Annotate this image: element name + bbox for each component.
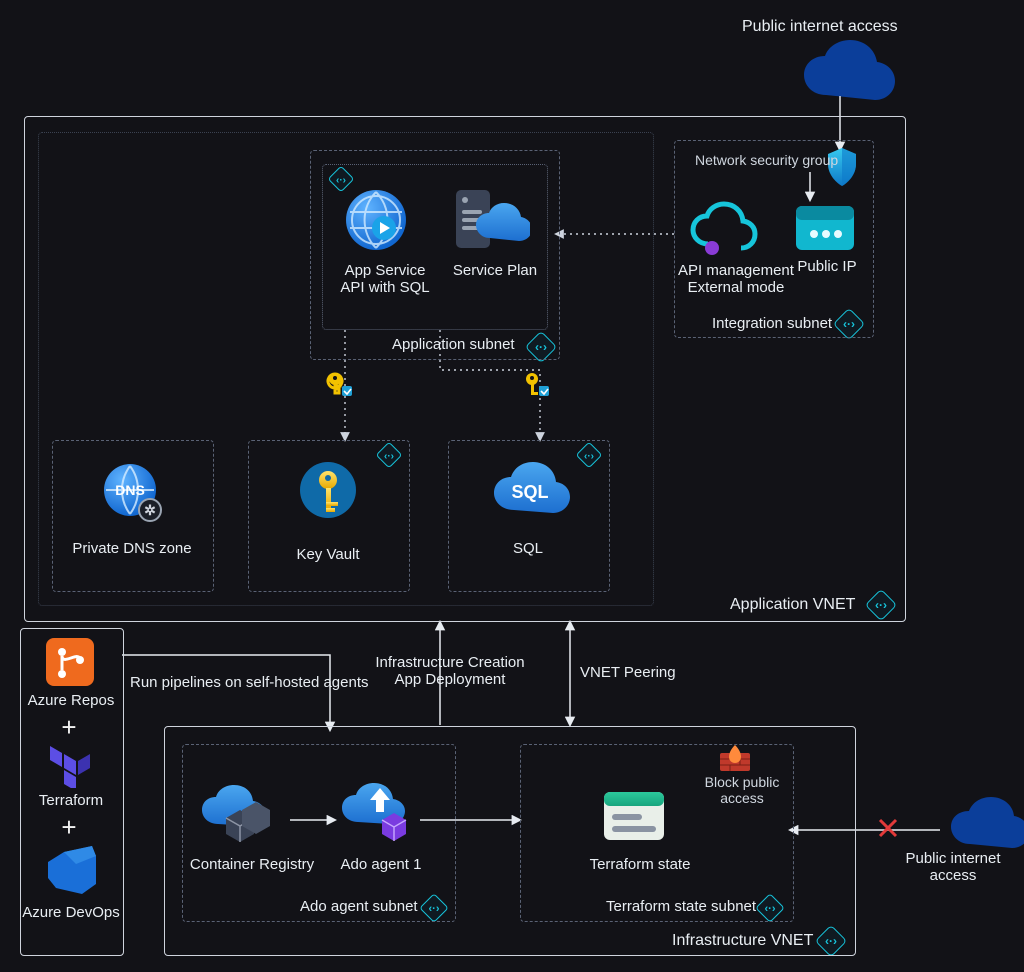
terraform-icon [48,740,94,788]
plus-2: + [58,812,80,843]
api-management-icon [688,200,758,260]
label-keyvault: Key Vault [248,546,408,563]
ado-agent-icon [336,776,420,846]
label-run-pipelines: Run pipelines on self-hosted agents [130,674,370,691]
label-application-vnet: Application VNET [730,596,855,614]
label-integration-subnet: Integration subnet [712,315,832,332]
label-repos: Azure Repos [18,692,124,709]
app-service-icon [340,184,412,256]
label-nsg: Network security group [695,152,838,168]
label-api-mgmt: API management External mode [676,262,796,296]
sql-icon: SQL [488,458,572,522]
label-sql: SQL [448,540,608,557]
azure-repos-icon [44,636,96,688]
label-ado-subnet: Ado agent subnet [300,898,418,915]
terraform-state-icon [598,786,670,846]
label-vnet-peering: VNET Peering [580,664,676,681]
plus-1: + [58,712,80,743]
label-application-subnet: Application subnet [392,336,515,353]
label-ado-agent: Ado agent 1 [326,856,436,873]
label-app-service: App Service API with SQL [330,262,440,296]
label-infra-creation: Infrastructure Creation App Deployment [360,654,540,688]
label-public-internet-top: Public internet access [742,18,898,36]
label-terraform: Terraform [18,792,124,809]
label-public-internet-right: Public internet access [888,850,1018,884]
azure-devops-icon [42,842,100,900]
public-ip-icon [792,200,858,256]
dns-icon: DNS ✲ [100,460,168,528]
label-service-plan: Service Plan [448,262,542,279]
label-block-public: Block public access [692,774,792,806]
label-tf-state: Terraform state [570,856,710,873]
label-registry: Container Registry [182,856,322,873]
svg-text:DNS: DNS [115,482,145,498]
label-tf-subnet: Terraform state subnet [606,898,756,915]
label-devops: Azure DevOps [14,904,128,921]
label-public-ip: Public IP [792,258,862,275]
svg-text:✲: ✲ [144,502,156,518]
label-dns: Private DNS zone [52,540,212,557]
service-plan-icon [450,184,530,256]
label-infra-vnet: Infrastructure VNET [672,932,813,950]
diagram-canvas: ‹·› ‹·› ‹·› ‹·› ‹·› ‹·› ‹·› ‹·› ‹·› [0,0,1024,972]
container-registry-icon [196,780,286,846]
keyvault-icon [296,456,360,526]
svg-text:SQL: SQL [511,482,548,502]
